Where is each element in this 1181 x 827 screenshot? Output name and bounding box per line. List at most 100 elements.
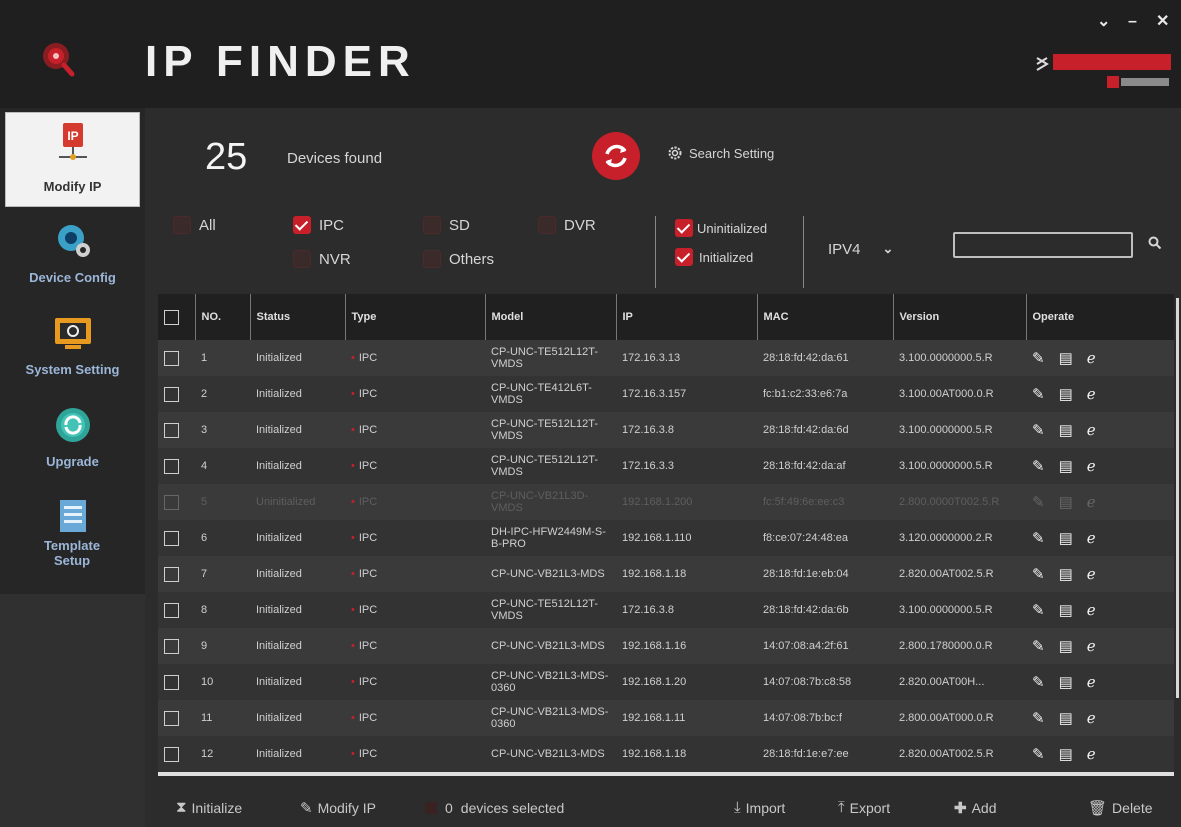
minimize-dropdown-button[interactable]: ⌄ bbox=[1097, 14, 1110, 30]
edit-icon[interactable]: ✎ bbox=[1032, 639, 1045, 654]
edit-icon[interactable]: ✎ bbox=[1032, 351, 1045, 366]
table-row[interactable]: 10 Initialized • IPC CP-UNC-VB21L3-MDS-0360 1… bbox=[158, 664, 1174, 700]
select-all-checkbox[interactable] bbox=[164, 309, 179, 325]
add-button[interactable]: ✚ Add bbox=[954, 799, 997, 817]
edit-icon[interactable]: ✎ bbox=[1032, 675, 1045, 690]
table-scrollbar[interactable] bbox=[1176, 298, 1179, 698]
column-header[interactable]: Status bbox=[250, 294, 346, 340]
table-row[interactable]: 11 Initialized • IPC CP-UNC-VB21L3-MDS-0360 1… bbox=[158, 700, 1174, 736]
edit-icon[interactable]: ✎ bbox=[1032, 603, 1045, 618]
table-row[interactable]: 6 Initialized • IPC DH-IPC-HFW2449M-S-B-PRO 1… bbox=[158, 520, 1174, 556]
sidebar-item-modify-ip[interactable]: IP Modify IP bbox=[5, 112, 140, 207]
checkbox[interactable] bbox=[293, 250, 311, 268]
row-checkbox[interactable] bbox=[164, 710, 179, 726]
edit-icon[interactable]: ✎ bbox=[1032, 459, 1045, 474]
table-row[interactable]: 7 Initialized • IPC CP-UNC-VB21L3-MDS 192.168… bbox=[158, 556, 1174, 592]
row-checkbox[interactable] bbox=[164, 602, 179, 618]
document-icon[interactable]: ▤ bbox=[1059, 747, 1073, 762]
sidebar-item-template-setup[interactable]: Template Setup bbox=[0, 494, 145, 589]
sidebar-item-device-config[interactable]: Device Config bbox=[0, 212, 145, 307]
checkbox[interactable] bbox=[538, 216, 556, 234]
table-row[interactable]: 9 Initialized • IPC CP-UNC-VB21L3-MDS 192.168… bbox=[158, 628, 1174, 664]
document-icon[interactable]: ▤ bbox=[1059, 351, 1073, 366]
browser-icon[interactable]: ℯ bbox=[1087, 495, 1096, 510]
edit-icon[interactable]: ✎ bbox=[1032, 531, 1045, 546]
row-checkbox[interactable] bbox=[164, 386, 179, 402]
row-checkbox[interactable] bbox=[164, 458, 179, 474]
delete-button[interactable]: 🗑 Delete bbox=[1088, 799, 1153, 817]
row-checkbox[interactable] bbox=[164, 566, 179, 582]
sidebar-item-system-setting[interactable]: System Setting bbox=[0, 306, 145, 401]
column-header[interactable]: Model bbox=[485, 294, 617, 340]
row-checkbox[interactable] bbox=[164, 638, 179, 654]
checkbox[interactable] bbox=[675, 219, 693, 237]
minimize-button[interactable]: – bbox=[1128, 14, 1137, 30]
row-checkbox[interactable] bbox=[164, 422, 179, 438]
ip-version-select[interactable]: IPV4 ⌄ bbox=[810, 235, 922, 263]
search-input[interactable] bbox=[953, 232, 1133, 258]
table-row[interactable]: 8 Initialized • IPC CP-UNC-TE512L12T-VMDS 172… bbox=[158, 592, 1174, 628]
row-checkbox[interactable] bbox=[164, 350, 179, 366]
document-icon[interactable]: ▤ bbox=[1059, 495, 1073, 510]
import-button[interactable]: ⤓ Import bbox=[734, 799, 785, 816]
browser-icon[interactable]: ℯ bbox=[1087, 747, 1096, 762]
filter-ipc[interactable]: IPC bbox=[293, 216, 344, 234]
filter-dvr[interactable]: DVR bbox=[538, 216, 596, 234]
table-row[interactable]: 2 Initialized • IPC CP-UNC-TE412L6T-VMDS 172.… bbox=[158, 376, 1174, 412]
document-icon[interactable]: ▤ bbox=[1059, 387, 1073, 402]
browser-icon[interactable]: ℯ bbox=[1087, 423, 1096, 438]
column-header[interactable]: IP bbox=[616, 294, 758, 340]
browser-icon[interactable]: ℯ bbox=[1087, 459, 1096, 474]
document-icon[interactable]: ▤ bbox=[1059, 603, 1073, 618]
checkbox[interactable] bbox=[173, 216, 191, 234]
browser-icon[interactable]: ℯ bbox=[1087, 711, 1096, 726]
checkbox[interactable] bbox=[293, 216, 311, 234]
search-refresh-button[interactable] bbox=[592, 132, 640, 180]
table-row[interactable]: 5 Uninitialized • IPC CP-UNC-VB21L3D-VMDS 192… bbox=[158, 484, 1174, 520]
row-checkbox[interactable] bbox=[164, 494, 179, 510]
table-row[interactable]: 1 Initialized • IPC CP-UNC-TE512L12T-VMDS 172… bbox=[158, 340, 1174, 376]
initialize-button[interactable]: ⧗ Initialize bbox=[176, 799, 242, 816]
edit-icon[interactable]: ✎ bbox=[1032, 423, 1045, 438]
document-icon[interactable]: ▤ bbox=[1059, 423, 1073, 438]
filter-others[interactable]: Others bbox=[423, 250, 494, 268]
browser-icon[interactable]: ℯ bbox=[1087, 675, 1096, 690]
table-row[interactable]: 12 Initialized • IPC CP-UNC-VB21L3-MDS 192.16… bbox=[158, 736, 1174, 772]
sidebar-item-upgrade[interactable]: Upgrade bbox=[0, 400, 145, 495]
column-header[interactable]: Version bbox=[893, 294, 1027, 340]
search-icon[interactable] bbox=[1148, 236, 1162, 250]
table-row[interactable]: 3 Initialized • IPC CP-UNC-TE512L12T-VMDS 172… bbox=[158, 412, 1174, 448]
export-button[interactable]: ⤒ Export bbox=[838, 799, 890, 816]
edit-icon[interactable]: ✎ bbox=[1032, 495, 1045, 510]
row-checkbox[interactable] bbox=[164, 530, 179, 546]
filter-sd[interactable]: SD bbox=[423, 216, 470, 234]
document-icon[interactable]: ▤ bbox=[1059, 711, 1073, 726]
browser-icon[interactable]: ℯ bbox=[1087, 387, 1096, 402]
document-icon[interactable]: ▤ bbox=[1059, 639, 1073, 654]
search-setting-button[interactable]: Search Setting bbox=[667, 145, 774, 161]
table-row[interactable]: 4 Initialized • IPC CP-UNC-TE512L12T-VMDS 172… bbox=[158, 448, 1174, 484]
column-header[interactable]: Type bbox=[345, 294, 486, 340]
browser-icon[interactable]: ℯ bbox=[1087, 603, 1096, 618]
row-checkbox[interactable] bbox=[164, 674, 179, 690]
edit-icon[interactable]: ✎ bbox=[1032, 747, 1045, 762]
column-header[interactable]: Operate bbox=[1026, 294, 1174, 340]
edit-icon[interactable]: ✎ bbox=[1032, 567, 1045, 582]
column-header[interactable]: NO. bbox=[195, 294, 251, 340]
browser-icon[interactable]: ℯ bbox=[1087, 567, 1096, 582]
edit-icon[interactable]: ✎ bbox=[1032, 711, 1045, 726]
column-header[interactable]: MAC bbox=[757, 294, 894, 340]
filter-initialized[interactable]: Initialized bbox=[675, 248, 753, 266]
checkbox[interactable] bbox=[423, 250, 441, 268]
document-icon[interactable]: ▤ bbox=[1059, 459, 1073, 474]
document-icon[interactable]: ▤ bbox=[1059, 675, 1073, 690]
browser-icon[interactable]: ℯ bbox=[1087, 531, 1096, 546]
close-button[interactable]: ✕ bbox=[1156, 14, 1169, 30]
edit-icon[interactable]: ✎ bbox=[1032, 387, 1045, 402]
filter-uninitialized[interactable]: Uninitialized bbox=[675, 219, 767, 237]
checkbox[interactable] bbox=[423, 216, 441, 234]
filter-all[interactable]: All bbox=[173, 216, 216, 234]
document-icon[interactable]: ▤ bbox=[1059, 567, 1073, 582]
filter-nvr[interactable]: NVR bbox=[293, 250, 351, 268]
browser-icon[interactable]: ℯ bbox=[1087, 639, 1096, 654]
